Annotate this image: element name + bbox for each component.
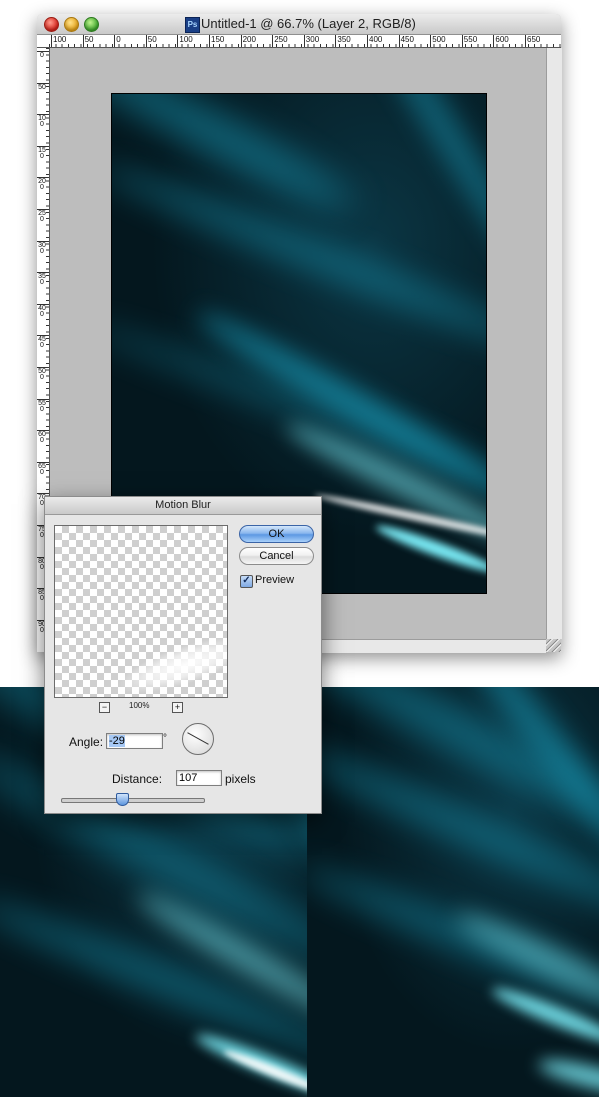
ruler-label: 550 bbox=[38, 399, 46, 413]
ruler-major-tick bbox=[114, 35, 116, 47]
zoom-in-button[interactable]: + bbox=[172, 702, 183, 713]
motion-blur-dialog: Motion Blur − 100% + OK Cancel ✓ Preview… bbox=[44, 496, 322, 814]
ruler-label: 600 bbox=[38, 431, 46, 445]
result-image-right bbox=[307, 687, 599, 1097]
cancel-button[interactable]: Cancel bbox=[239, 547, 314, 565]
light-streak bbox=[112, 94, 362, 224]
light-streak bbox=[189, 301, 486, 517]
ruler-label: 50 bbox=[38, 83, 46, 91]
distance-input[interactable]: 107 bbox=[176, 770, 222, 786]
window-title: Untitled-1 @ 66.7% (Layer 2, RGB/8) bbox=[201, 16, 416, 31]
light-streak bbox=[536, 1053, 599, 1097]
ruler-label: 100 bbox=[38, 115, 46, 129]
angle-input[interactable]: -29 bbox=[106, 733, 163, 749]
ruler-label: 300 bbox=[38, 241, 46, 255]
distance-label: Distance: bbox=[112, 772, 163, 786]
ruler-label: 500 bbox=[38, 368, 46, 381]
preview-checkbox[interactable]: ✓ bbox=[240, 575, 253, 588]
ruler-major-tick bbox=[145, 35, 147, 47]
minimize-button-icon[interactable] bbox=[64, 17, 79, 32]
vertical-scrollbar[interactable] bbox=[546, 48, 562, 639]
ruler-major-tick bbox=[525, 35, 526, 47]
light-streak bbox=[112, 315, 486, 495]
ruler-label: 150 bbox=[38, 146, 46, 160]
ruler-major-tick bbox=[272, 35, 274, 47]
ruler-label: 250 bbox=[38, 210, 46, 223]
zoom-button-icon[interactable] bbox=[84, 17, 99, 32]
angle-dial-indicator bbox=[187, 732, 209, 745]
ruler-label: 150 bbox=[211, 35, 225, 44]
degree-symbol: ° bbox=[163, 733, 167, 744]
ruler-label: 400 bbox=[38, 304, 46, 318]
distance-slider-thumb[interactable] bbox=[116, 793, 130, 806]
ruler-major-tick bbox=[82, 35, 84, 47]
ruler-major-tick bbox=[367, 35, 368, 47]
ruler-label: 550 bbox=[463, 35, 478, 44]
ruler-major-tick bbox=[461, 35, 463, 47]
angle-dial[interactable] bbox=[182, 723, 214, 755]
ruler-label: 0 bbox=[40, 52, 44, 59]
horizontal-ruler[interactable]: 100 50 0 50 100 150 200 250 300 350 400 450 500 550 60… bbox=[49, 35, 561, 48]
ruler-label: 450 bbox=[400, 35, 414, 44]
window-titlebar[interactable]: Ps Untitled-1 @ 66.7% (Layer 2, RGB/8) bbox=[37, 14, 561, 35]
zoom-level: 100% bbox=[129, 701, 150, 710]
ruler-major-tick bbox=[493, 35, 495, 47]
preview-label: Preview bbox=[255, 574, 295, 586]
photoshop-document-icon: Ps bbox=[185, 17, 200, 33]
ruler-label: 300 bbox=[305, 35, 320, 44]
angle-value: -29 bbox=[109, 735, 125, 747]
ruler-label: 100 bbox=[53, 35, 67, 44]
ruler-major-tick bbox=[209, 35, 210, 47]
ruler-label: 200 bbox=[242, 35, 256, 44]
ruler-label: 100 bbox=[179, 35, 193, 44]
ruler-major-tick bbox=[240, 35, 242, 47]
zoom-out-button[interactable]: − bbox=[99, 702, 110, 713]
preview-glow bbox=[112, 625, 227, 697]
dialog-title[interactable]: Motion Blur bbox=[45, 497, 321, 515]
ruler-label: 400 bbox=[369, 35, 383, 44]
ruler-major-tick bbox=[303, 35, 305, 47]
ruler-label: 650 bbox=[527, 35, 541, 44]
ruler-label: 350 bbox=[337, 35, 351, 44]
ruler-label: 350 bbox=[38, 273, 46, 287]
ruler-label: 200 bbox=[38, 178, 46, 192]
ruler-major-tick bbox=[177, 35, 179, 47]
ruler-major-tick bbox=[51, 35, 52, 47]
ruler-label: 50 bbox=[84, 35, 94, 44]
ok-button[interactable]: OK bbox=[239, 525, 314, 543]
ruler-label: 600 bbox=[495, 35, 509, 44]
filter-preview[interactable] bbox=[54, 525, 228, 698]
ruler-major-tick bbox=[335, 35, 337, 47]
ruler-label: 450 bbox=[38, 336, 46, 350]
ruler-major-tick bbox=[430, 35, 432, 47]
ruler-label: 650 bbox=[38, 462, 46, 476]
pixels-label: pixels bbox=[225, 772, 256, 786]
distance-slider-track[interactable] bbox=[61, 798, 205, 803]
resize-grip-icon[interactable] bbox=[546, 639, 561, 652]
ruler-label: 50 bbox=[147, 35, 157, 44]
close-button-icon[interactable] bbox=[44, 17, 59, 32]
ruler-label: 0 bbox=[116, 35, 121, 44]
angle-label: Angle: bbox=[69, 735, 104, 749]
ruler-major-tick bbox=[398, 35, 400, 47]
light-streak bbox=[307, 856, 599, 1026]
ruler-label: 250 bbox=[274, 35, 288, 44]
ruler-label: 500 bbox=[432, 35, 446, 44]
